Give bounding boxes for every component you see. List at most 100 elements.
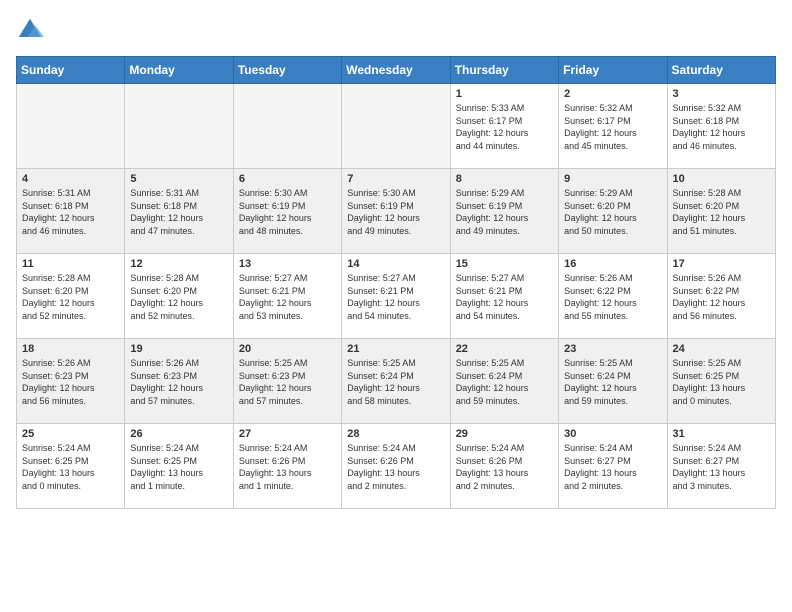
day-number: 22	[456, 343, 553, 355]
day-cell: 15Sunrise: 5:27 AM Sunset: 6:21 PM Dayli…	[450, 254, 558, 339]
day-cell: 19 Sunrise: 5:26 AM Sunset: 6:23 PM Dayli…	[125, 339, 233, 424]
day-number: 8	[456, 173, 553, 185]
day-info: Sunrise: 5:28 AM Sunset: 6:20 PM Dayligh…	[130, 272, 227, 322]
day-info: Sunrise: 5:29 AM Sunset: 6:19 PM Dayligh…	[456, 187, 553, 237]
day-number: 30	[564, 428, 661, 440]
day-number: 14	[347, 258, 444, 270]
day-number: 31	[673, 428, 770, 440]
day-number: 23	[564, 343, 661, 355]
day-cell: 21 Sunrise: 5:25 AM Sunset: 6:24 PM Dayli…	[342, 339, 450, 424]
day-cell: 16 Sunrise: 5:26 AM Sunset: 6:22 PM Dayli…	[559, 254, 667, 339]
header-cell-tuesday: Tuesday	[233, 57, 341, 84]
day-cell: 20Sunrise: 5:25 AM Sunset: 6:23 PM Dayli…	[233, 339, 341, 424]
calendar-table: SundayMondayTuesdayWednesdayThursdayFrid…	[16, 56, 776, 509]
page-header	[16, 16, 776, 44]
day-cell: 3 Sunrise: 5:32 AM Sunset: 6:18 PM Daylig…	[667, 84, 775, 169]
day-cell: 7Sunrise: 5:30 AM Sunset: 6:19 PM Daylig…	[342, 169, 450, 254]
day-info: Sunrise: 5:25 AM Sunset: 6:24 PM Dayligh…	[564, 357, 661, 407]
day-cell: 28 Sunrise: 5:24 AM Sunset: 6:26 PM Dayli…	[342, 424, 450, 509]
day-cell: 2 Sunrise: 5:32 AM Sunset: 6:17 PM Daylig…	[559, 84, 667, 169]
day-number: 26	[130, 428, 227, 440]
day-number: 3	[673, 88, 770, 100]
day-cell: 26 Sunrise: 5:24 AM Sunset: 6:25 PM Dayli…	[125, 424, 233, 509]
day-cell: 25 Sunrise: 5:24 AM Sunset: 6:25 PM Dayli…	[17, 424, 125, 509]
day-number: 27	[239, 428, 336, 440]
day-info: Sunrise: 5:27 AM Sunset: 6:21 PM Dayligh…	[347, 272, 444, 322]
week-row-1: 1 Sunrise: 5:33 AM Sunset: 6:17 PM Daylig…	[17, 84, 776, 169]
day-info: Sunrise: 5:24 AM Sunset: 6:26 PM Dayligh…	[456, 442, 553, 492]
day-cell: 11 Sunrise: 5:28 AM Sunset: 6:20 PM Dayli…	[17, 254, 125, 339]
day-cell: 12 Sunrise: 5:28 AM Sunset: 6:20 PM Dayli…	[125, 254, 233, 339]
day-info: Sunrise: 5:32 AM Sunset: 6:17 PM Dayligh…	[564, 102, 661, 152]
day-info: Sunrise: 5:26 AM Sunset: 6:22 PM Dayligh…	[673, 272, 770, 322]
day-number: 13	[239, 258, 336, 270]
day-cell: 29 Sunrise: 5:24 AM Sunset: 6:26 PM Dayli…	[450, 424, 558, 509]
week-row-3: 11 Sunrise: 5:28 AM Sunset: 6:20 PM Dayli…	[17, 254, 776, 339]
day-cell: 13 Sunrise: 5:27 AM Sunset: 6:21 PM Dayli…	[233, 254, 341, 339]
calendar-header: SundayMondayTuesdayWednesdayThursdayFrid…	[17, 57, 776, 84]
day-info: Sunrise: 5:32 AM Sunset: 6:18 PM Dayligh…	[673, 102, 770, 152]
day-number: 5	[130, 173, 227, 185]
day-info: Sunrise: 5:31 AM Sunset: 6:18 PM Dayligh…	[22, 187, 119, 237]
day-number: 25	[22, 428, 119, 440]
day-info: Sunrise: 5:25 AM Sunset: 6:24 PM Dayligh…	[456, 357, 553, 407]
day-cell: 30Sunrise: 5:24 AM Sunset: 6:27 PM Dayli…	[559, 424, 667, 509]
day-info: Sunrise: 5:24 AM Sunset: 6:26 PM Dayligh…	[239, 442, 336, 492]
day-cell: 17Sunrise: 5:26 AM Sunset: 6:22 PM Dayli…	[667, 254, 775, 339]
day-cell: 27 Sunrise: 5:24 AM Sunset: 6:26 PM Dayli…	[233, 424, 341, 509]
logo-icon	[16, 16, 44, 44]
day-info: Sunrise: 5:24 AM Sunset: 6:25 PM Dayligh…	[130, 442, 227, 492]
day-cell: 4 Sunrise: 5:31 AM Sunset: 6:18 PM Daylig…	[17, 169, 125, 254]
day-number: 9	[564, 173, 661, 185]
day-number: 15	[456, 258, 553, 270]
day-number: 2	[564, 88, 661, 100]
day-number: 16	[564, 258, 661, 270]
day-cell: 22 Sunrise: 5:25 AM Sunset: 6:24 PM Dayli…	[450, 339, 558, 424]
day-cell: 5 Sunrise: 5:31 AM Sunset: 6:18 PM Daylig…	[125, 169, 233, 254]
week-row-5: 25 Sunrise: 5:24 AM Sunset: 6:25 PM Dayli…	[17, 424, 776, 509]
day-number: 19	[130, 343, 227, 355]
day-cell: 9Sunrise: 5:29 AM Sunset: 6:20 PM Daylig…	[559, 169, 667, 254]
day-number: 10	[673, 173, 770, 185]
day-info: Sunrise: 5:24 AM Sunset: 6:27 PM Dayligh…	[673, 442, 770, 492]
day-number: 11	[22, 258, 119, 270]
day-cell: 6 Sunrise: 5:30 AM Sunset: 6:19 PM Daylig…	[233, 169, 341, 254]
header-cell-sunday: Sunday	[17, 57, 125, 84]
day-info: Sunrise: 5:28 AM Sunset: 6:20 PM Dayligh…	[673, 187, 770, 237]
day-number: 28	[347, 428, 444, 440]
day-info: Sunrise: 5:28 AM Sunset: 6:20 PM Dayligh…	[22, 272, 119, 322]
day-cell: 8 Sunrise: 5:29 AM Sunset: 6:19 PM Daylig…	[450, 169, 558, 254]
day-cell	[17, 84, 125, 169]
day-cell: 31 Sunrise: 5:24 AM Sunset: 6:27 PM Dayli…	[667, 424, 775, 509]
day-number: 7	[347, 173, 444, 185]
day-number: 20	[239, 343, 336, 355]
day-number: 1	[456, 88, 553, 100]
day-cell: 23 Sunrise: 5:25 AM Sunset: 6:24 PM Dayli…	[559, 339, 667, 424]
day-info: Sunrise: 5:30 AM Sunset: 6:19 PM Dayligh…	[239, 187, 336, 237]
day-info: Sunrise: 5:26 AM Sunset: 6:23 PM Dayligh…	[22, 357, 119, 407]
header-cell-wednesday: Wednesday	[342, 57, 450, 84]
header-cell-friday: Friday	[559, 57, 667, 84]
week-row-2: 4 Sunrise: 5:31 AM Sunset: 6:18 PM Daylig…	[17, 169, 776, 254]
day-info: Sunrise: 5:24 AM Sunset: 6:25 PM Dayligh…	[22, 442, 119, 492]
day-cell: 14 Sunrise: 5:27 AM Sunset: 6:21 PM Dayli…	[342, 254, 450, 339]
day-number: 4	[22, 173, 119, 185]
day-info: Sunrise: 5:26 AM Sunset: 6:22 PM Dayligh…	[564, 272, 661, 322]
day-info: Sunrise: 5:31 AM Sunset: 6:18 PM Dayligh…	[130, 187, 227, 237]
day-cell: 24Sunrise: 5:25 AM Sunset: 6:25 PM Dayli…	[667, 339, 775, 424]
day-cell: 18Sunrise: 5:26 AM Sunset: 6:23 PM Dayli…	[17, 339, 125, 424]
day-number: 6	[239, 173, 336, 185]
day-number: 29	[456, 428, 553, 440]
header-cell-saturday: Saturday	[667, 57, 775, 84]
day-info: Sunrise: 5:24 AM Sunset: 6:26 PM Dayligh…	[347, 442, 444, 492]
day-info: Sunrise: 5:27 AM Sunset: 6:21 PM Dayligh…	[239, 272, 336, 322]
day-cell	[125, 84, 233, 169]
day-number: 12	[130, 258, 227, 270]
day-info: Sunrise: 5:33 AM Sunset: 6:17 PM Dayligh…	[456, 102, 553, 152]
day-number: 21	[347, 343, 444, 355]
day-info: Sunrise: 5:25 AM Sunset: 6:24 PM Dayligh…	[347, 357, 444, 407]
day-info: Sunrise: 5:26 AM Sunset: 6:23 PM Dayligh…	[130, 357, 227, 407]
header-cell-thursday: Thursday	[450, 57, 558, 84]
day-info: Sunrise: 5:25 AM Sunset: 6:25 PM Dayligh…	[673, 357, 770, 407]
calendar-body: 1 Sunrise: 5:33 AM Sunset: 6:17 PM Daylig…	[17, 84, 776, 509]
